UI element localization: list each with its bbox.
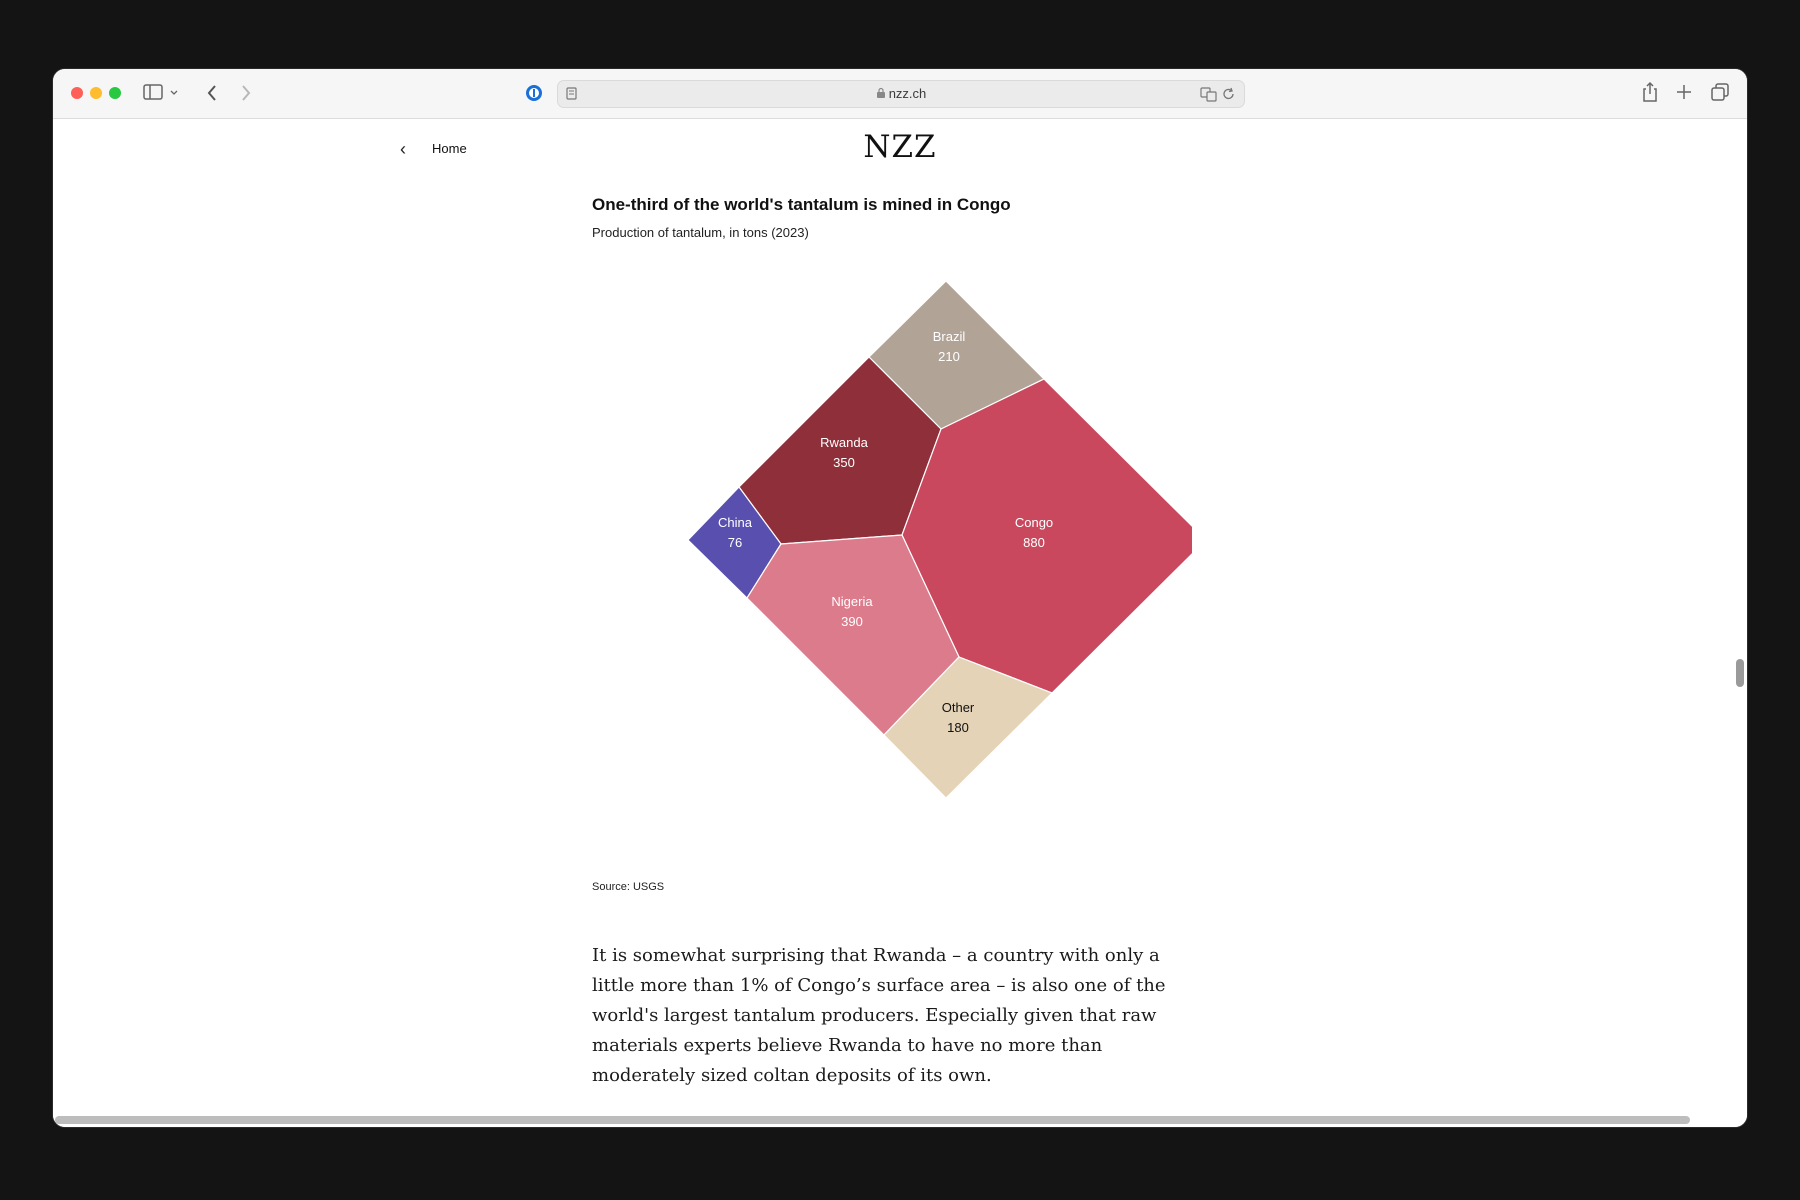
plus-icon[interactable] [1676,84,1692,100]
treemap-value-rwanda: 350 [833,455,855,470]
horizontal-scrollbar[interactable] [55,1116,1690,1124]
treemap-label-brazil: Brazil [933,329,966,344]
chevron-left-icon[interactable] [205,83,219,103]
chart-subtitle: Production of tantalum, in tons (2023) [592,225,809,240]
browser-window: nzz.ch ‹ Home NZZ One-third of the world… [53,69,1747,1127]
treemap-label-china: China [718,515,753,530]
zoom-window-button[interactable] [109,87,121,99]
chart-title: One-third of the world's tantalum is min… [592,195,1011,214]
url-text: nzz.ch [558,86,1244,101]
browser-toolbar: nzz.ch [53,69,1747,119]
tabs-overview-icon[interactable] [1711,83,1729,101]
translate-icon[interactable] [1200,86,1218,102]
password-manager-icon[interactable] [525,84,543,102]
minimize-window-button[interactable] [90,87,102,99]
address-bar[interactable]: nzz.ch [557,80,1245,108]
treemap-value-nigeria: 390 [841,614,863,629]
treemap-value-brazil: 210 [938,349,960,364]
chart-source: Source: USGS [592,881,665,893]
treemap-value-other: 180 [947,720,969,735]
lock-icon [876,87,885,98]
chevron-right-icon[interactable] [239,83,253,103]
treemap-label-other: Other [942,700,975,715]
treemap-value-china: 76 [728,535,742,550]
reload-icon[interactable] [1222,87,1236,101]
nzz-logo[interactable]: NZZ [53,129,1747,165]
close-window-button[interactable] [71,87,83,99]
share-icon[interactable] [1642,81,1658,103]
sidebar-icon[interactable] [143,84,181,102]
treemap-label-rwanda: Rwanda [820,435,868,450]
vertical-scrollbar[interactable] [1736,659,1744,687]
page-content: ‹ Home NZZ One-third of the world's tant… [53,119,1747,1127]
treemap-label-congo: Congo [1015,515,1053,530]
tantalum-treemap-chart: Brazil 210 Rwanda 350 China 76 Congo 880 Nigeria… [687,280,1192,799]
treemap-value-congo: 880 [1023,535,1045,550]
treemap-label-nigeria: Nigeria [831,594,873,609]
article-paragraph: It is somewhat surprising that Rwanda – … [592,945,1166,1086]
url-label: nzz.ch [888,86,927,101]
